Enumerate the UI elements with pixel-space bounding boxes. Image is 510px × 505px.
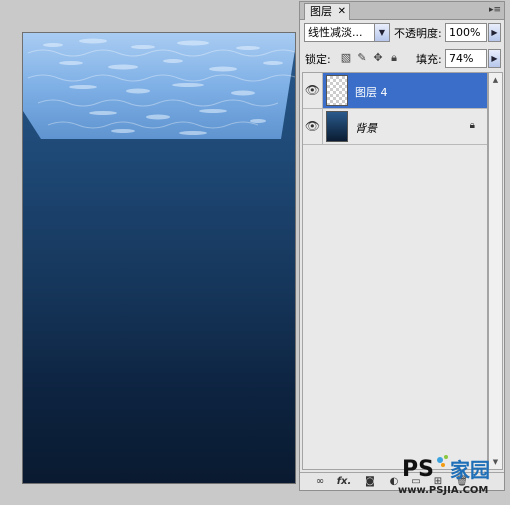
link-icon[interactable]: ∞: [312, 475, 328, 489]
lock-transparent-icon[interactable]: ▧: [340, 51, 352, 64]
chevron-down-icon[interactable]: ▼: [374, 24, 389, 41]
blend-mode-value: 线性减淡...: [308, 26, 363, 39]
opacity-input[interactable]: 100%: [445, 23, 487, 42]
layers-list: 👁︎ 图层 4 👁︎ 背景 🔒︎: [302, 72, 488, 470]
watermark: PS 家园 www.PSJIA.COM: [398, 452, 506, 498]
fill-slider-arrow-icon[interactable]: ▶: [488, 49, 501, 68]
fx-icon[interactable]: fx.: [336, 475, 352, 489]
lock-move-icon[interactable]: ✥: [372, 51, 384, 64]
layer-thumbnail: [326, 75, 348, 106]
scroll-up-icon[interactable]: ▲: [489, 73, 502, 87]
layers-scrollbar[interactable]: ▲ ▼: [488, 72, 503, 470]
layer-name: 背景: [355, 122, 377, 135]
fill-value: 74%: [449, 52, 474, 65]
eye-icon[interactable]: 👁︎: [303, 73, 323, 108]
document-canvas[interactable]: [22, 32, 296, 484]
lock-fill-row: 锁定: ▧ ✎ ✥ 🔒︎ 填充: 74% ▶: [300, 49, 504, 69]
panel-menu-icon[interactable]: ▸≡: [488, 4, 502, 18]
opacity-slider-arrow-icon[interactable]: ▶: [488, 23, 501, 42]
lock-paint-icon[interactable]: ✎: [356, 51, 368, 64]
tab-layers-label: 图层: [310, 5, 332, 18]
mask-icon[interactable]: ◙: [362, 475, 378, 489]
close-icon[interactable]: ✕: [338, 4, 346, 19]
layer-row-layer-4[interactable]: 👁︎ 图层 4: [303, 73, 487, 109]
tab-layers[interactable]: 图层 ✕: [304, 3, 350, 20]
water-surface-layer: [23, 33, 295, 139]
watermark-logo: PS 家园: [402, 455, 490, 482]
blend-mode-select[interactable]: 线性减淡... ▼: [304, 23, 390, 42]
fill-label: 填充:: [416, 53, 442, 66]
lock-all-icon[interactable]: 🔒︎: [388, 51, 400, 64]
lock-icon: 🔒︎: [469, 120, 475, 131]
blend-opacity-row: 线性减淡... ▼ 不透明度: 100% ▶: [300, 23, 504, 43]
layer-row-background[interactable]: 👁︎ 背景 🔒︎: [303, 109, 487, 145]
svg-text:家园: 家园: [450, 458, 490, 482]
layer-thumbnail: [326, 111, 348, 142]
opacity-label: 不透明度:: [394, 27, 442, 40]
opacity-value: 100%: [449, 26, 481, 39]
layer-name: 图层 4: [355, 86, 388, 99]
panel-tab-bar: 图层 ✕ ▸≡: [300, 2, 504, 20]
layers-panel: 图层 ✕ ▸≡ 线性减淡... ▼ 不透明度: 100% ▶ 锁定: ▧ ✎ ✥…: [299, 1, 505, 491]
fill-input[interactable]: 74%: [445, 49, 487, 68]
eye-icon[interactable]: 👁︎: [303, 109, 323, 144]
svg-text:PS: PS: [402, 457, 434, 482]
lock-label: 锁定:: [305, 53, 331, 66]
watermark-url: www.PSJIA.COM: [398, 485, 489, 496]
